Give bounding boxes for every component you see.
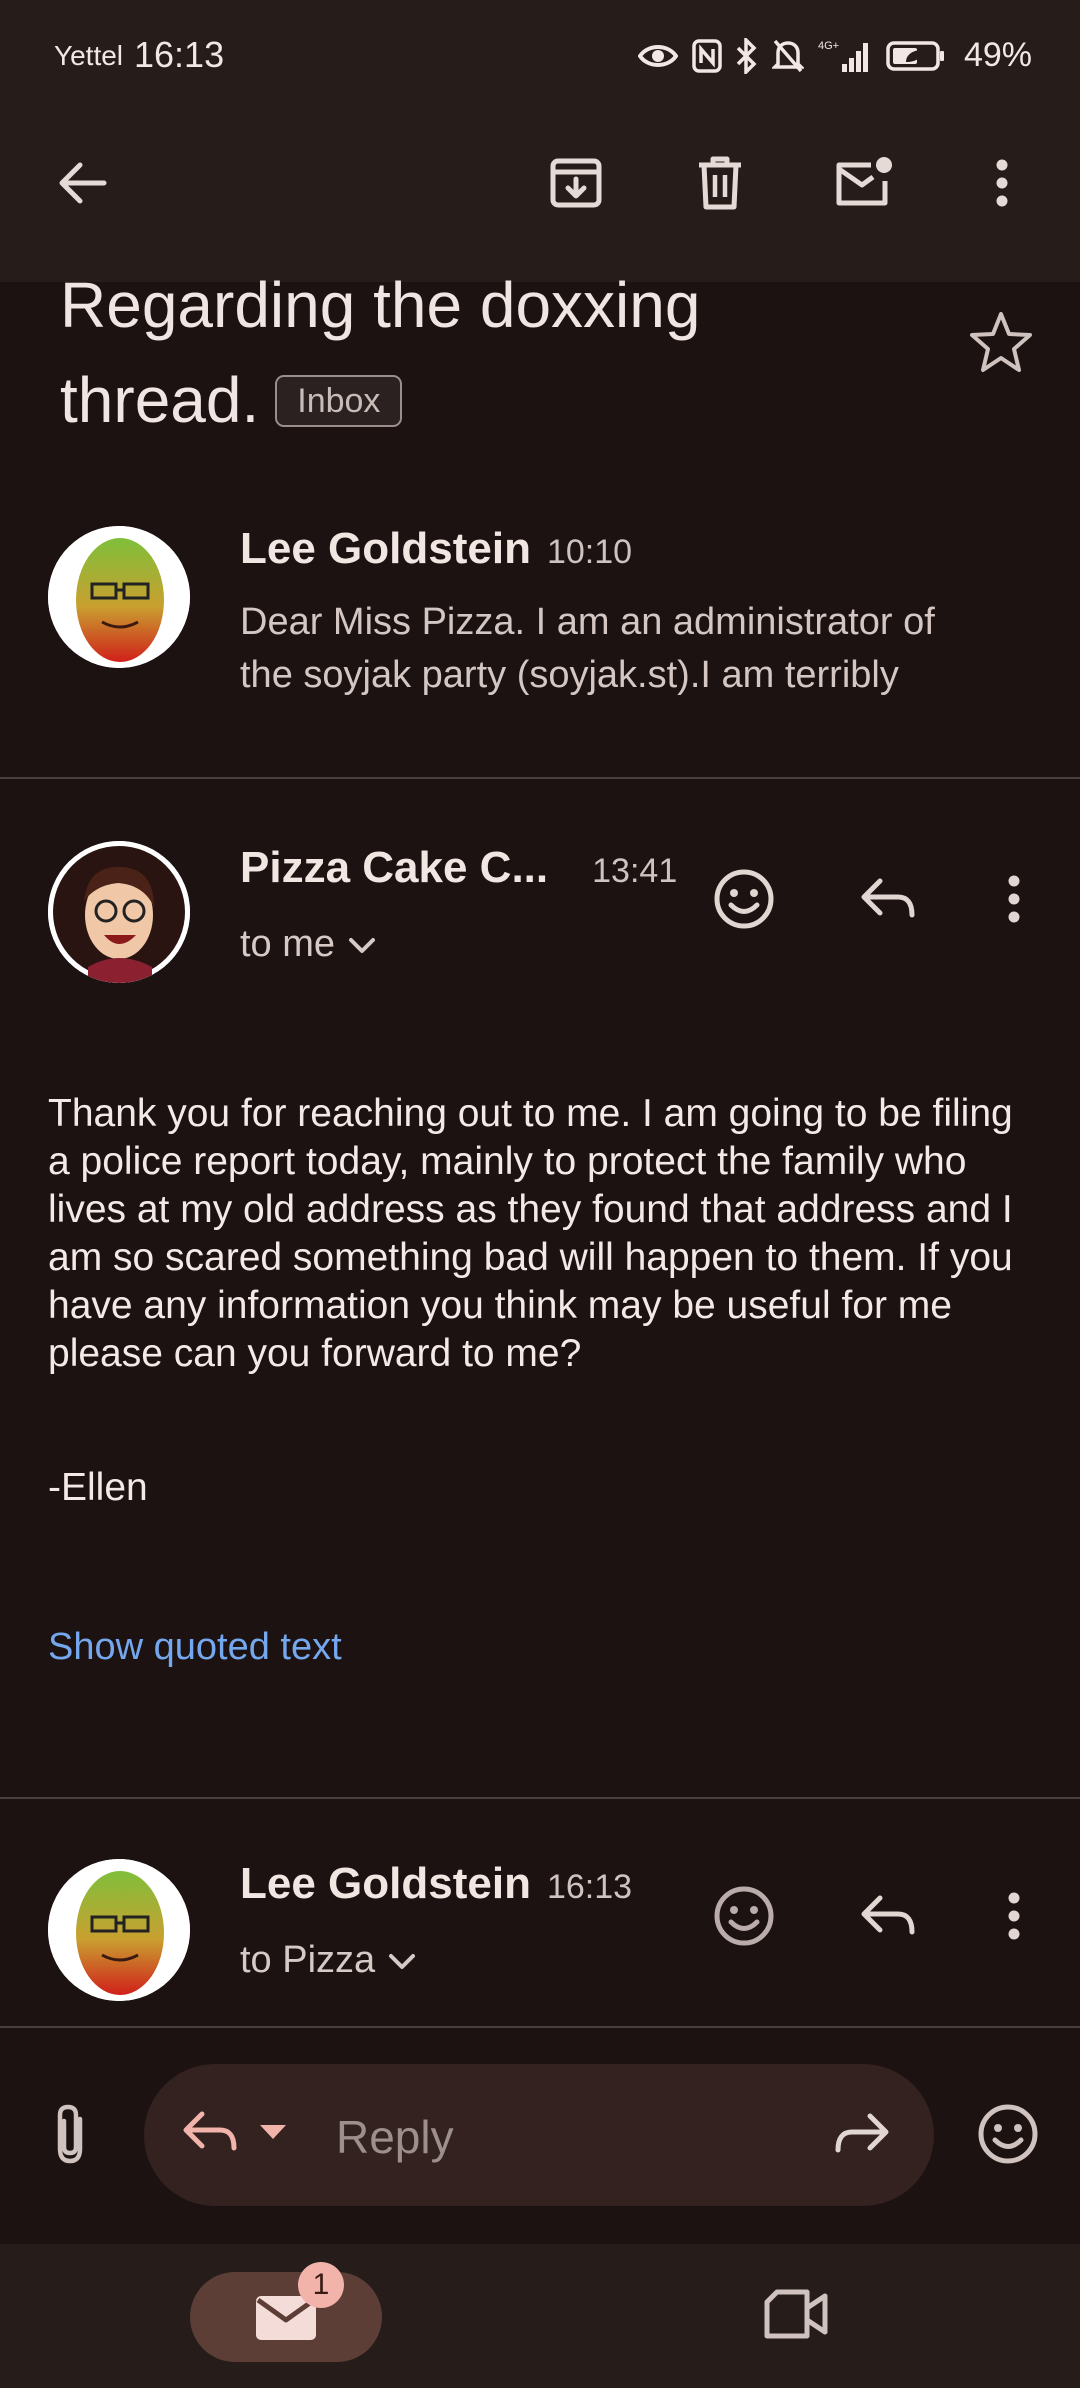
subject-line-1: Regarding the doxxing <box>60 269 701 341</box>
bottom-navigation <box>0 2244 1080 2388</box>
reply-icon <box>858 1892 918 1945</box>
message-time: 16:13 <box>546 1868 633 1906</box>
attach-button[interactable] <box>30 2096 110 2176</box>
avatar-image <box>48 841 190 983</box>
avatar <box>48 526 190 668</box>
archive-button[interactable] <box>536 145 616 225</box>
avatar <box>48 1859 190 2001</box>
signal-icon: 4G+ <box>818 38 872 74</box>
more-vert-icon <box>1008 1892 1020 1945</box>
status-bar: Yettel 16:13 4G+ 49% <box>0 0 1080 118</box>
delete-button[interactable] <box>680 145 760 225</box>
message-more-button[interactable] <box>974 861 1054 941</box>
battery-icon <box>886 40 946 72</box>
add-reaction-button[interactable] <box>704 1878 784 1958</box>
snippet-line-1: Dear Miss Pizza. I am an administrator o… <box>240 601 935 643</box>
message-collapsed-1[interactable]: Lee Goldstein 10:10 Dear Miss Pizza. I a… <box>0 490 1080 776</box>
delete-icon <box>695 155 745 216</box>
emoji-icon <box>977 2103 1039 2170</box>
message-header-3[interactable]: Lee Goldstein 16:13 to Pizza <box>0 1799 1080 2025</box>
avatar-image <box>48 1859 190 2001</box>
message-signoff: -Ellen <box>48 1466 148 1509</box>
carrier-name: Yettel <box>54 40 124 71</box>
message-body: Thank you for reaching out to me. I am g… <box>48 1092 1013 1375</box>
network-type-label: 4G+ <box>818 40 839 52</box>
status-clock: 16:13 <box>134 34 225 75</box>
paperclip-icon <box>50 2101 90 2172</box>
show-quoted-text-link[interactable]: Show quoted text <box>48 1626 342 1669</box>
recipients-toggle[interactable]: to me <box>240 923 377 966</box>
back-arrow-icon <box>56 161 108 210</box>
recipients-toggle[interactable]: to Pizza <box>240 1939 417 1982</box>
nav-meet-tab[interactable] <box>752 2274 840 2358</box>
subject-line-2: thread. <box>60 364 260 436</box>
video-camera-icon <box>763 2288 829 2345</box>
emoji-icon <box>713 868 775 935</box>
reply-placeholder[interactable]: Reply <box>336 2110 454 2164</box>
star-icon <box>968 312 1034 378</box>
bluetooth-icon <box>736 37 758 74</box>
status-icons: 4G+ 49% <box>637 36 1032 75</box>
more-vert-icon <box>1008 875 1020 928</box>
unread-badge: 1 <box>298 2262 344 2308</box>
snippet-line-2: the soyjak party (soyjak.st).I am terrib… <box>240 654 899 696</box>
avatar <box>48 841 190 983</box>
recipients-text: to me <box>240 923 336 965</box>
star-button[interactable] <box>968 310 1048 390</box>
reply-button[interactable] <box>848 861 928 941</box>
battery-percent: 49% <box>963 36 1032 74</box>
reply-button[interactable] <box>848 1878 928 1958</box>
reply-icon <box>180 2108 240 2161</box>
mark-unread-icon <box>833 155 895 216</box>
forward-icon <box>832 2110 892 2163</box>
reply-icon <box>858 875 918 928</box>
chevron-down-icon <box>387 1939 417 1982</box>
message-time: 10:10 <box>546 533 633 571</box>
message-snippet: Dear Miss Pizza. I am an administrator o… <box>240 596 1040 702</box>
archive-icon <box>548 155 604 216</box>
chevron-down-icon <box>347 923 377 966</box>
nfc-icon <box>692 38 722 73</box>
message-more-button[interactable] <box>974 1878 1054 1958</box>
sender-name: Lee Goldstein <box>240 524 531 573</box>
emoji-button[interactable] <box>968 2096 1048 2176</box>
emoji-icon <box>713 1885 775 1952</box>
sender-name: Lee Goldstein <box>240 1859 531 1908</box>
nav-mail-tab[interactable] <box>190 2272 382 2362</box>
avatar-image <box>48 526 190 668</box>
more-vert-icon <box>996 159 1008 212</box>
more-options-button[interactable] <box>962 145 1042 225</box>
inbox-label-chip[interactable]: Inbox <box>275 374 403 427</box>
dropdown-arrow-icon <box>258 2123 288 2146</box>
reply-type-selector[interactable] <box>180 2108 288 2161</box>
message-time: 13:41 <box>592 852 678 890</box>
back-button[interactable] <box>42 145 122 225</box>
bell-off-icon <box>771 38 804 74</box>
forward-button[interactable] <box>822 2096 902 2176</box>
recipients-text: to Pizza <box>240 1939 376 1981</box>
add-reaction-button[interactable] <box>704 861 784 941</box>
eye-icon <box>637 42 678 70</box>
sender-name: Pizza Cake C... <box>240 843 549 892</box>
email-subject: Regarding the doxxing thread. Inbox <box>60 258 920 448</box>
mark-unread-button[interactable] <box>824 145 904 225</box>
